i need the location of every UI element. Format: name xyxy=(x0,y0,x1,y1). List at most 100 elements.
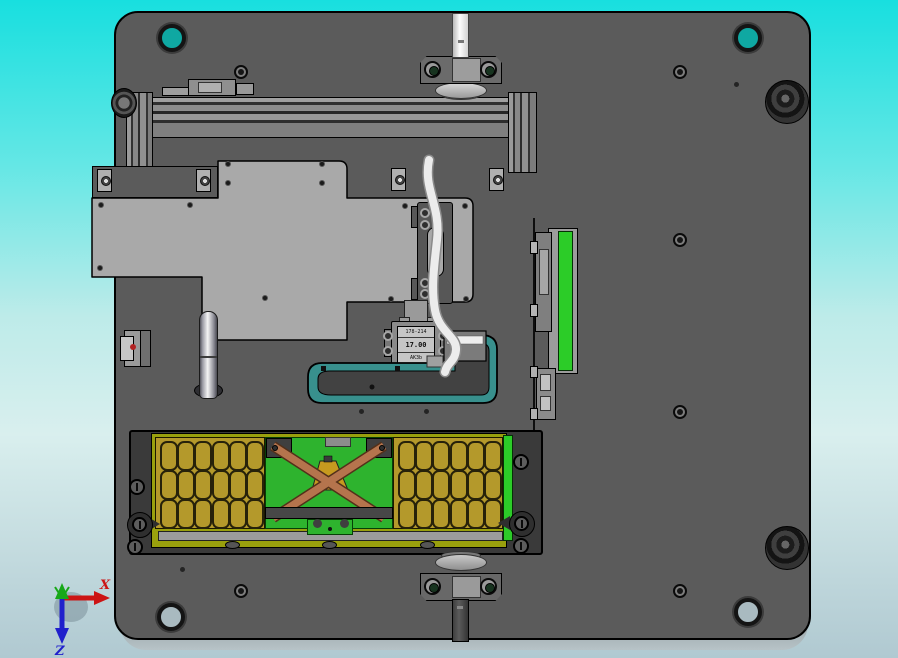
clamp-screw xyxy=(480,61,497,78)
subplate-screw xyxy=(97,265,103,271)
top-post[interactable] xyxy=(452,13,469,58)
plate-screw xyxy=(673,65,687,79)
tray-slot xyxy=(194,498,213,529)
tray-slot xyxy=(211,441,230,471)
bottom-clamp-center xyxy=(452,576,481,598)
plate-screw xyxy=(673,584,687,598)
subplate-screw xyxy=(319,161,325,167)
tray-slot xyxy=(415,441,434,471)
tray-slot xyxy=(160,498,178,529)
tray-slot xyxy=(449,469,468,500)
tray-slot xyxy=(398,498,416,529)
frame-slot-screw xyxy=(513,538,529,554)
tray-slot xyxy=(466,469,485,500)
tray-slot xyxy=(177,441,196,471)
tray-assembly[interactable] xyxy=(129,430,543,555)
tray-slot xyxy=(484,441,502,471)
rail-connector-insert xyxy=(198,82,222,93)
lower-clip-tab xyxy=(530,366,538,378)
clamp-screw xyxy=(424,61,441,78)
clamp-screw xyxy=(480,578,497,595)
strip-mount-tab xyxy=(530,241,538,254)
strip-mount-tab xyxy=(530,304,538,317)
pin-hole xyxy=(734,82,739,87)
strap-screw xyxy=(379,445,385,451)
tube-fitting xyxy=(426,355,444,368)
frame-slot-screw xyxy=(513,454,529,470)
tray-slot xyxy=(194,441,213,471)
frame-foot xyxy=(322,541,337,549)
top-pedestal xyxy=(435,82,487,99)
tray-slot xyxy=(466,498,485,529)
subplate-screw xyxy=(262,295,268,301)
top-post-notch xyxy=(458,40,464,43)
tab-notch xyxy=(313,519,322,528)
tray-slot xyxy=(432,469,451,500)
subplate-screw xyxy=(225,161,231,167)
tray-slot xyxy=(484,469,502,500)
lower-clip-insert xyxy=(540,396,551,411)
tray-slot xyxy=(177,498,196,529)
tray-slot xyxy=(484,498,502,529)
bearing-block[interactable] xyxy=(97,169,112,192)
tray-slot xyxy=(415,498,434,529)
plate-screw xyxy=(673,233,687,247)
plate-screw xyxy=(234,584,248,598)
frame-slot-screw xyxy=(127,539,143,555)
tray-slot xyxy=(211,498,230,529)
bearing-block[interactable] xyxy=(391,168,406,191)
bottom-pedestal xyxy=(435,554,487,571)
bearing-screw-icon xyxy=(100,176,111,186)
subplate-screw xyxy=(187,202,193,208)
edge-sensor-step xyxy=(140,330,151,367)
tray-slot xyxy=(449,498,468,529)
top-clamp-center xyxy=(452,58,481,82)
teal-frame-svg xyxy=(307,330,498,404)
green-sensor-strip[interactable] xyxy=(558,231,573,371)
tray-slot xyxy=(246,441,264,471)
lower-clip-insert xyxy=(540,374,551,391)
z-axis-arrowhead xyxy=(55,628,69,644)
strap-screw xyxy=(272,445,278,451)
pull-handle[interactable] xyxy=(199,311,218,399)
bearing-screw-icon xyxy=(199,176,210,186)
bottom-post-notch xyxy=(457,606,463,609)
frame-foot xyxy=(225,541,240,549)
extrusion-rail-horizontal[interactable] xyxy=(126,97,537,138)
tray-right[interactable] xyxy=(393,437,503,529)
tray-slot xyxy=(160,441,178,471)
dowel-hole-top-left xyxy=(158,24,186,52)
tray-slot xyxy=(398,469,416,500)
tray-slot xyxy=(415,469,434,500)
air-tube[interactable] xyxy=(423,156,460,376)
tray-slot xyxy=(228,498,247,529)
clamp-slot-screw xyxy=(514,516,529,531)
dowel-hole-bottom-left xyxy=(157,603,185,631)
cad-viewport[interactable]: 178-214 17.00 AK3b X Z xyxy=(0,0,898,658)
subplate-screw xyxy=(225,180,231,186)
tray-slot xyxy=(449,441,468,471)
subplate-screw xyxy=(319,180,325,186)
tray-slot xyxy=(228,469,247,500)
clamp-slot-screw xyxy=(132,517,147,532)
tray-slot xyxy=(432,498,451,529)
tray-slot xyxy=(177,469,196,500)
bearing-block[interactable] xyxy=(489,168,504,191)
wedge-notch xyxy=(323,455,333,463)
tab-screw xyxy=(328,527,332,531)
bearing-block[interactable] xyxy=(196,169,211,192)
pin-hole xyxy=(180,567,185,572)
teal-frame-screw xyxy=(395,366,400,371)
tray-slot xyxy=(246,469,264,500)
plate-screw xyxy=(234,65,248,79)
rail-connector-plate xyxy=(162,87,190,96)
plate-screw xyxy=(673,405,687,419)
extrusion-post-right[interactable] xyxy=(508,92,537,173)
board-lower-bar xyxy=(265,507,393,519)
frame-slot-screw xyxy=(129,479,145,495)
counterbore-hole-right-bottom xyxy=(765,526,809,570)
clamp-screw xyxy=(424,578,441,595)
tray-slot xyxy=(398,441,416,471)
tray-left[interactable] xyxy=(155,437,265,529)
dowel-hole-bottom-right xyxy=(734,598,762,626)
